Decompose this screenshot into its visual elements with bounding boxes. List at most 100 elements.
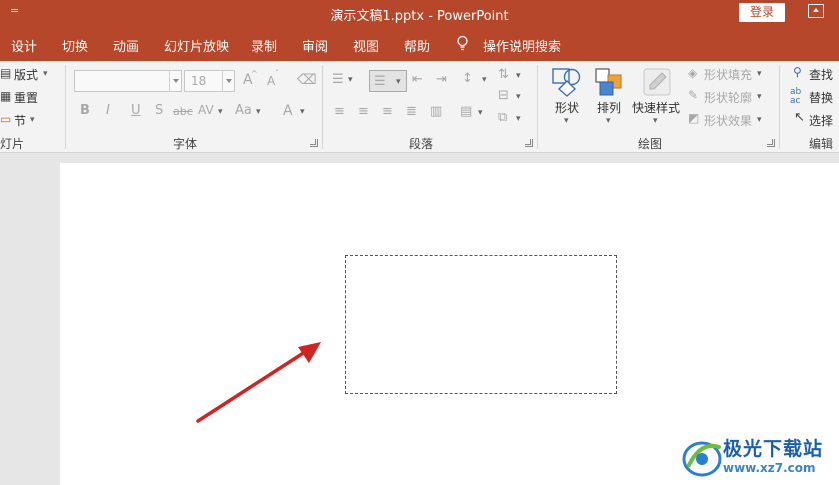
annotation-arrow-icon xyxy=(196,342,321,423)
drawing-group-label: 绘图 xyxy=(638,137,663,151)
paragraph-dialog-launcher-icon[interactable] xyxy=(525,139,533,147)
layout-icon: ▤ xyxy=(0,66,12,80)
chevron-down-icon: ▾ xyxy=(757,92,762,102)
shapes-button[interactable]: 形状 xyxy=(555,99,579,116)
justify-icon[interactable]: ≣ xyxy=(406,105,417,118)
watermark-url: www.xz7.com xyxy=(723,461,816,475)
tab-slideshow[interactable]: 幻灯片放映 xyxy=(164,36,229,55)
find-icon: ⚲ xyxy=(793,65,802,79)
select-button[interactable]: 选择 xyxy=(809,112,833,129)
drawing-dialog-launcher-icon[interactable] xyxy=(767,139,775,147)
layout-button[interactable]: 版式 xyxy=(14,66,38,83)
watermark: 极光下载站 www.xz7.com xyxy=(679,431,839,485)
shape-effects-button[interactable]: 形状效果 xyxy=(704,112,752,129)
shape-fill-button[interactable]: 形状填充 xyxy=(704,66,752,83)
underline-button[interactable]: U xyxy=(131,104,141,117)
shape-outline-button[interactable]: 形状轮廓 xyxy=(704,89,752,106)
quick-styles-button[interactable]: 快速样式 xyxy=(632,99,680,116)
tab-design[interactable]: 设计 xyxy=(11,36,37,55)
strikethrough-button[interactable]: abc xyxy=(173,106,193,117)
replace-button[interactable]: 替换 xyxy=(809,89,833,106)
bullets-icon[interactable]: ☰ xyxy=(332,73,344,86)
lightbulb-icon xyxy=(457,35,468,51)
align-text-icon[interactable]: ⊟ xyxy=(498,89,509,102)
reset-icon: ▦ xyxy=(0,89,12,103)
chevron-down-icon: ▾ xyxy=(516,114,521,124)
chevron-down-icon: ▾ xyxy=(757,115,762,125)
group-divider xyxy=(65,65,66,149)
align-right-icon[interactable]: ≡ xyxy=(382,105,393,118)
editing-group-label: 编辑 xyxy=(809,137,834,151)
shapes-icon xyxy=(552,68,581,97)
chevron-down-icon: ▾ xyxy=(516,71,521,81)
align-center-icon[interactable]: ≡ xyxy=(358,105,369,118)
arrange-icon xyxy=(595,68,622,96)
line-spacing-icon[interactable]: ↕ xyxy=(462,72,473,85)
tab-view[interactable]: 视图 xyxy=(353,36,379,55)
change-case-button[interactable]: Aa xyxy=(235,104,252,117)
columns-icon[interactable]: ▤ xyxy=(460,105,472,118)
find-button[interactable]: 查找 xyxy=(809,66,833,83)
chevron-down-icon: ▾ xyxy=(482,75,487,85)
slides-group-label: 灯片 xyxy=(0,137,25,151)
shrink-font-button[interactable]: A xyxy=(267,75,275,87)
decrease-indent-icon[interactable]: ⇤ xyxy=(412,73,423,86)
tab-animations[interactable]: 动画 xyxy=(113,36,139,55)
character-spacing-button[interactable]: AV xyxy=(198,104,214,116)
chevron-down-icon: ▾ xyxy=(478,108,483,118)
shape-effects-icon: ◩ xyxy=(688,111,700,125)
align-left-icon[interactable]: ≡ xyxy=(334,105,345,118)
quick-styles-icon xyxy=(643,68,671,96)
chevron-down-icon: ▾ xyxy=(300,107,305,117)
window-title: 演示文稿1.pptx - PowerPoint xyxy=(330,9,509,24)
chevron-down-icon: ▾ xyxy=(606,116,611,126)
chevron-down-icon[interactable] xyxy=(169,71,181,91)
ribbon-tab-bar: 设计 切换 动画 幻灯片放映 录制 审阅 视图 帮助 操作说明搜索 xyxy=(0,27,839,61)
group-divider xyxy=(537,65,538,149)
numbering-icon: ☰ xyxy=(374,74,386,89)
chevron-down-icon: ▾ xyxy=(516,92,521,102)
distributed-icon[interactable]: ▥ xyxy=(430,105,442,118)
section-button[interactable]: 节 xyxy=(14,112,26,129)
ribbon-display-options-icon[interactable] xyxy=(808,4,824,18)
tab-transitions[interactable]: 切换 xyxy=(62,36,88,55)
text-direction-icon[interactable]: ⇅ xyxy=(498,68,509,81)
chevron-down-icon: ▾ xyxy=(396,77,401,87)
slide-thumbnail-pane[interactable] xyxy=(0,153,60,485)
reset-button[interactable]: 重置 xyxy=(14,89,38,106)
font-group-label: 字体 xyxy=(173,137,198,151)
font-size-combo[interactable]: 18 xyxy=(184,70,235,92)
title-bar: = 演示文稿1.pptx - PowerPoint 登录 xyxy=(0,0,839,27)
chevron-down-icon: ▾ xyxy=(256,107,261,117)
arrange-button[interactable]: 排列 xyxy=(597,99,621,116)
numbering-button[interactable]: ☰ ▾ xyxy=(369,70,407,92)
font-name-combo[interactable] xyxy=(74,70,182,92)
chevron-down-icon[interactable] xyxy=(222,71,234,91)
watermark-title: 极光下载站 xyxy=(723,438,824,460)
section-icon: ▭ xyxy=(0,112,12,126)
tell-me-search[interactable]: 操作说明搜索 xyxy=(483,36,561,55)
caret-down-icon: ˇ xyxy=(275,69,279,78)
bold-button[interactable]: B xyxy=(80,104,90,117)
text-placeholder-box[interactable] xyxy=(345,255,617,394)
clear-formatting-icon[interactable]: ⌫ xyxy=(297,73,317,87)
convert-smartart-icon[interactable]: ⧉ xyxy=(498,111,507,124)
group-divider xyxy=(322,65,323,149)
font-dialog-launcher-icon[interactable] xyxy=(310,139,318,147)
italic-button[interactable]: I xyxy=(106,104,110,117)
login-button[interactable]: 登录 xyxy=(739,3,785,22)
chevron-down-icon: ▾ xyxy=(564,116,569,126)
increase-indent-icon[interactable]: ⇥ xyxy=(436,73,447,86)
chevron-down-icon: ▾ xyxy=(653,116,658,126)
paint-bucket-icon: ◈ xyxy=(688,66,698,80)
tab-review[interactable]: 审阅 xyxy=(302,36,328,55)
tab-record[interactable]: 录制 xyxy=(251,36,277,55)
chevron-down-icon: ▾ xyxy=(757,69,762,79)
font-color-button[interactable]: A xyxy=(283,104,293,118)
group-divider xyxy=(779,65,780,149)
chevron-down-icon: ▾ xyxy=(348,75,353,85)
text-shadow-button[interactable]: S xyxy=(155,104,163,117)
ribbon: ▤ 版式 ▾ ▦ 重置 ▭ 节 ▾ 灯片 18 A ^ A ˇ ⌫ B I U … xyxy=(0,61,839,153)
tab-help[interactable]: 帮助 xyxy=(404,36,430,55)
pen-icon: ✎ xyxy=(688,88,699,102)
